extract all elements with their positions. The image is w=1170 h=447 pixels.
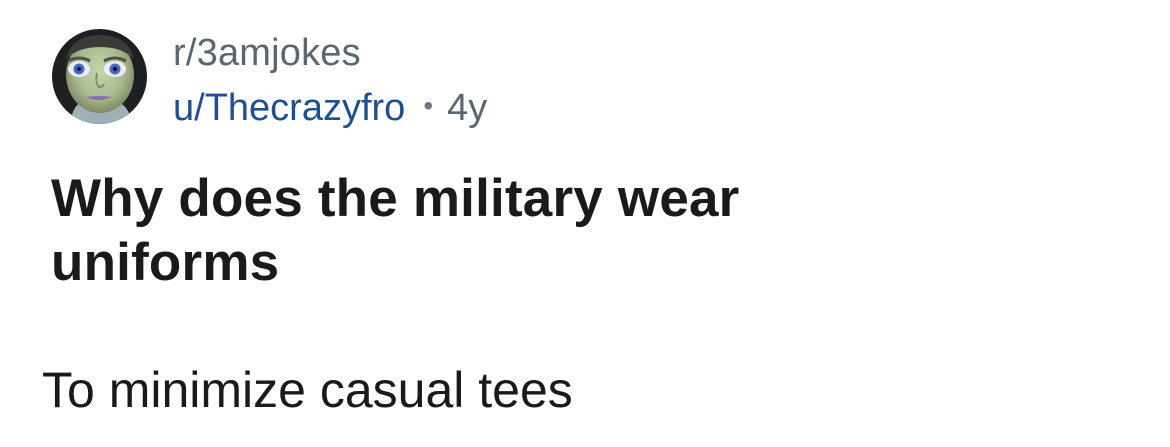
post-age: 4y — [447, 87, 488, 129]
post-body: To minimize casual tees — [42, 362, 573, 418]
dot-separator: • — [423, 90, 434, 121]
subreddit-name[interactable]: r/3amjokes — [173, 31, 361, 75]
reddit-post: r/3amjokes u/Thecrazyfro • 4y Why does the… — [0, 0, 1170, 447]
post-title[interactable]: Why does the military wear uniforms — [51, 167, 751, 295]
avatar[interactable] — [52, 29, 147, 124]
post-meta: u/Thecrazyfro • 4y — [173, 86, 487, 133]
author-username[interactable]: u/Thecrazyfro — [173, 87, 405, 129]
cartoon-face-icon — [52, 29, 147, 124]
